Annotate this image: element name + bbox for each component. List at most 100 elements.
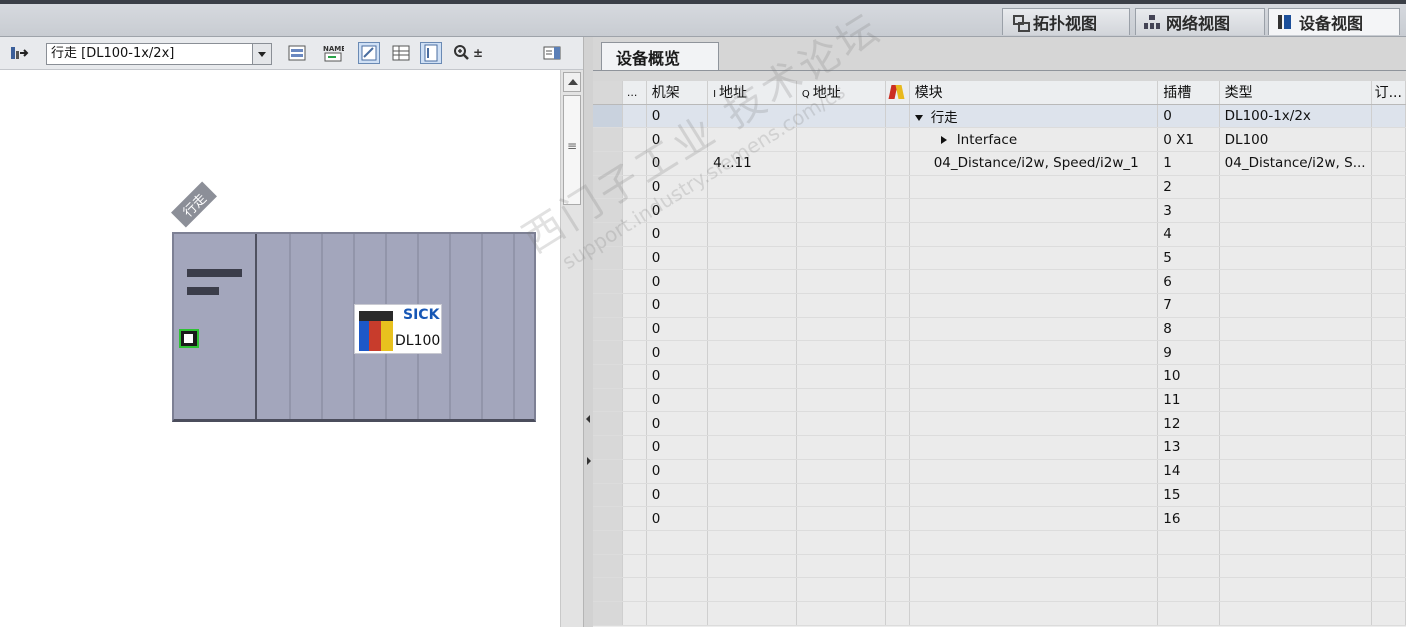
cell-rack[interactable]: 0	[646, 340, 709, 366]
cell-i-address[interactable]	[707, 317, 797, 342]
cell-i-address[interactable]	[707, 104, 797, 129]
cell-q-address[interactable]	[796, 104, 886, 129]
cell-i-address[interactable]	[707, 127, 797, 152]
row-header[interactable]	[593, 435, 623, 460]
row-header[interactable]	[593, 364, 623, 389]
cell-module[interactable]	[909, 388, 1159, 413]
cell-module[interactable]	[909, 198, 1159, 223]
cell-i-address[interactable]	[707, 506, 797, 531]
cell-q-address[interactable]	[796, 388, 886, 413]
cell-rack[interactable]: 0	[646, 246, 709, 271]
table-row[interactable]: 0 10	[593, 364, 1406, 389]
row-header[interactable]	[593, 483, 623, 508]
cell-module[interactable]	[909, 483, 1159, 508]
cell-module[interactable]	[909, 506, 1159, 531]
row-header[interactable]	[593, 269, 623, 294]
cell-q-address[interactable]	[796, 411, 886, 437]
table-layout-icon[interactable]	[390, 42, 412, 64]
show-module-names-icon[interactable]: NAME	[322, 42, 344, 64]
tab-device-view[interactable]: 设备视图	[1268, 8, 1400, 35]
table-row[interactable]: 09	[593, 340, 1406, 366]
cell-i-address[interactable]	[707, 388, 797, 413]
collapsed-caret-icon[interactable]	[940, 135, 947, 144]
table-row[interactable]: 0 14	[593, 459, 1406, 484]
device-properties-icon[interactable]	[286, 42, 308, 64]
tab-network-view[interactable]: 网络视图	[1135, 8, 1265, 35]
cell-q-address[interactable]	[796, 364, 886, 389]
cell-module[interactable]: 04_Distance/i2w, Speed/i2w_1	[909, 151, 1159, 176]
cell-type[interactable]	[1219, 269, 1372, 294]
cell-slot[interactable]: 5	[1157, 246, 1220, 271]
col-header-rack[interactable]: 机架	[646, 81, 709, 105]
cell-type[interactable]	[1219, 483, 1372, 508]
cell-type[interactable]	[1219, 388, 1372, 413]
cell-slot[interactable]: 14	[1157, 459, 1220, 484]
cell-q-address[interactable]	[796, 198, 886, 223]
device-select-dropdown[interactable]: 行走 [DL100-1x/2x]	[46, 43, 272, 65]
cell-rack[interactable]: 0	[646, 127, 709, 152]
cell-q-address[interactable]	[796, 459, 886, 484]
row-header[interactable]	[593, 411, 623, 437]
panel-layout-icon[interactable]	[542, 42, 564, 64]
cell-q-address[interactable]	[796, 340, 886, 366]
cell-i-address[interactable]	[707, 483, 797, 508]
cell-module[interactable]	[909, 269, 1159, 294]
cell-q-address[interactable]	[796, 483, 886, 508]
table-row[interactable]: 0 13	[593, 435, 1406, 460]
row-header[interactable]	[593, 506, 623, 531]
cell-module[interactable]	[909, 246, 1159, 271]
cell-rack[interactable]: 0	[646, 269, 709, 294]
cell-slot[interactable]: 12	[1157, 411, 1220, 437]
cell-q-address[interactable]	[796, 175, 886, 200]
row-header[interactable]	[593, 151, 623, 176]
cell-slot[interactable]: 3	[1157, 198, 1220, 223]
table-row[interactable]: 0 Interface 0 X1 DL100	[593, 127, 1406, 152]
cell-i-address[interactable]	[707, 364, 797, 389]
cell-rack[interactable]: 0	[646, 388, 709, 413]
cell-type[interactable]: DL100-1x/2x	[1219, 104, 1372, 129]
row-header[interactable]	[593, 104, 623, 129]
ethernet-port-icon[interactable]	[179, 329, 199, 348]
cell-q-address[interactable]	[796, 435, 886, 460]
cell-rack[interactable]: 0	[646, 459, 709, 484]
canvas-vertical-scrollbar[interactable]	[560, 70, 583, 627]
scrollbar-thumb[interactable]	[563, 95, 581, 205]
table-row[interactable]: 08	[593, 317, 1406, 342]
cell-q-address[interactable]	[796, 127, 886, 152]
cell-rack[interactable]: 0	[646, 151, 709, 176]
cell-i-address[interactable]	[707, 175, 797, 200]
row-header[interactable]	[593, 293, 623, 318]
table-row[interactable]: 04	[593, 222, 1406, 247]
cell-type[interactable]	[1219, 459, 1372, 484]
collapse-right-icon[interactable]	[587, 457, 591, 465]
cell-type[interactable]	[1219, 293, 1372, 318]
table-row[interactable]: 07	[593, 293, 1406, 318]
cell-module[interactable]: Interface	[909, 127, 1159, 152]
row-header[interactable]	[593, 340, 623, 366]
table-row[interactable]: 0 11	[593, 388, 1406, 413]
cell-slot[interactable]: 13	[1157, 435, 1220, 460]
col-header-slot[interactable]: 插槽	[1157, 81, 1220, 105]
col-header-i-address[interactable]: I 地址	[707, 81, 797, 105]
table-row[interactable]: 0 15	[593, 483, 1406, 508]
cell-module[interactable]: 行走	[909, 104, 1159, 129]
cell-i-address[interactable]	[707, 198, 797, 223]
device-name-tag[interactable]: 行走	[171, 181, 217, 228]
chevron-down-icon[interactable]	[252, 44, 271, 64]
cell-rack[interactable]: 0	[646, 435, 709, 460]
cell-q-address[interactable]	[796, 293, 886, 318]
panel-splitter[interactable]	[583, 37, 593, 627]
cell-slot[interactable]: 4	[1157, 222, 1220, 247]
table-row[interactable]: 0 4...11 04_Distance/i2w, Speed/i2w_1 1 …	[593, 151, 1406, 176]
expand-caret-icon[interactable]	[914, 114, 923, 121]
cell-module[interactable]	[909, 222, 1159, 247]
row-header[interactable]	[593, 459, 623, 484]
table-row[interactable]: 0 12	[593, 411, 1406, 437]
cell-q-address[interactable]	[796, 222, 886, 247]
cell-q-address[interactable]	[796, 269, 886, 294]
cell-slot[interactable]: 10	[1157, 364, 1220, 389]
head-module[interactable]	[174, 234, 257, 419]
cell-slot[interactable]: 2	[1157, 175, 1220, 200]
table-row[interactable]: 05	[593, 246, 1406, 271]
page-break-icon[interactable]	[420, 42, 442, 64]
